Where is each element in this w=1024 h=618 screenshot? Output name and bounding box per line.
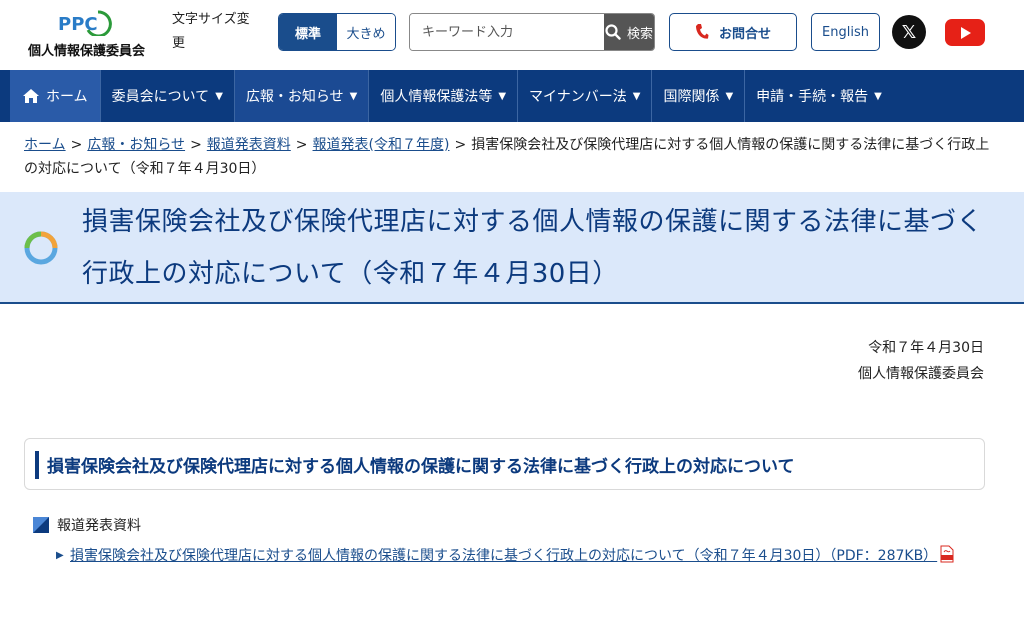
section-heading-box: 損害保険会社及び保険代理店に対する個人情報の保護に関する法律に基づく行政上の対応… xyxy=(24,438,985,490)
nav-item-label: 委員会について xyxy=(111,89,210,105)
triangle-square-icon xyxy=(33,517,49,533)
nav-item-label: マイナンバー法 xyxy=(529,89,627,105)
nav-item-label: 広報・お知らせ xyxy=(245,89,344,105)
font-size-switcher: 標準 大きめ xyxy=(278,13,396,51)
breadcrumb-link-press-r7[interactable]: 報道発表(令和７年度) xyxy=(313,137,450,153)
nav-item-news[interactable]: 広報・お知らせ ▼ xyxy=(234,70,370,122)
breadcrumb: ホーム > 広報・お知らせ > 報道発表資料 > 報道発表(令和７年度) > 損害保険会社及び保… xyxy=(24,133,994,181)
breadcrumb-separator: > xyxy=(190,137,202,153)
caret-down-icon: ▼ xyxy=(498,90,507,102)
search-button[interactable]: 検索 xyxy=(604,14,654,50)
section-accent-bar xyxy=(35,451,39,479)
publisher: 個人情報保護委員会 xyxy=(858,366,984,382)
ring-icon xyxy=(24,231,58,265)
nav-item-applications[interactable]: 申請・手続・報告 ▼ xyxy=(745,70,893,122)
ppc-logo-icon: PPC xyxy=(58,10,112,36)
nav-item-label: 申請・手続・報告 xyxy=(756,89,869,105)
nav-item-privacy-law[interactable]: 個人情報保護法等 ▼ xyxy=(369,70,519,122)
caret-down-icon: ▼ xyxy=(349,90,358,102)
font-size-standard-button[interactable]: 標準 xyxy=(279,14,337,50)
home-icon xyxy=(23,89,39,103)
nav-item-label: 個人情報保護法等 xyxy=(380,89,493,105)
breadcrumb-separator: > xyxy=(454,137,467,153)
search-icon xyxy=(605,24,621,40)
breadcrumb-link-home[interactable]: ホーム xyxy=(24,137,66,153)
phone-icon xyxy=(695,24,709,39)
caret-down-icon: ▼ xyxy=(215,90,223,102)
pdf-document-link-text: 損害保険会社及び保険代理店に対する個人情報の保護に関する法律に基づく行政上の対応… xyxy=(70,548,938,564)
site-search: 検索 xyxy=(409,13,655,51)
page-title: 損害保険会社及び保険代理店に対する個人情報の保護に関する法律に基づく行政上の対応… xyxy=(82,207,984,289)
search-input[interactable] xyxy=(410,14,604,50)
caret-down-icon: ▼ xyxy=(874,90,882,102)
font-size-label: 文字サイズ変更 xyxy=(172,12,250,51)
breadcrumb-separator: > xyxy=(70,137,83,153)
section-heading: 損害保険会社及び保険代理店に対する個人情報の保護に関する法律に基づく行政上の対応… xyxy=(47,457,795,477)
search-button-label: 検索 xyxy=(626,26,653,42)
english-link[interactable]: English xyxy=(811,13,880,51)
logo-mark-text: PPC xyxy=(58,14,98,35)
bullet-arrow-icon: ▶ xyxy=(56,550,64,561)
docs-heading: 報道発表資料 xyxy=(57,518,141,534)
pdf-document-link[interactable]: 損害保険会社及び保険代理店に対する個人情報の保護に関する法律に基づく行政上の対応… xyxy=(70,543,986,569)
breadcrumb-link-press[interactable]: 報道発表資料 xyxy=(207,137,291,153)
site-logo[interactable]: PPC 個人情報保護委員会 xyxy=(28,8,148,60)
caret-down-icon: ▼ xyxy=(632,90,641,102)
nav-item-mynumber[interactable]: マイナンバー法 ▼ xyxy=(518,70,653,122)
docs-heading-row: 報道発表資料 xyxy=(33,515,141,535)
page-title-band: 損害保険会社及び保険代理店に対する個人情報の保護に関する法律に基づく行政上の対応… xyxy=(0,192,1024,304)
global-nav: ホーム 委員会について ▼ 広報・お知らせ ▼ 個人情報保護法等 ▼ マイナンバー法 ▼… xyxy=(0,70,1024,122)
site-header: PPC 個人情報保護委員会 文字サイズ変更 標準 大きめ 検索 お問合せ Eng… xyxy=(0,0,1024,70)
youtube-play-icon xyxy=(961,26,971,39)
contact-button[interactable]: お問合せ xyxy=(669,13,797,51)
nav-item-label: ホーム xyxy=(46,89,88,105)
breadcrumb-separator: > xyxy=(295,137,308,153)
youtube-icon[interactable] xyxy=(945,19,985,46)
publish-date: 令和７年４月30日 xyxy=(868,340,984,356)
logo-text: 個人情報保護委員会 xyxy=(28,44,146,59)
nav-item-label: 国際関係 xyxy=(663,89,720,105)
pdf-icon xyxy=(940,545,954,563)
caret-down-icon: ▼ xyxy=(725,90,734,102)
nav-item-international[interactable]: 国際関係 ▼ xyxy=(652,70,746,122)
breadcrumb-link-news[interactable]: 広報・お知らせ xyxy=(87,137,185,153)
font-size-large-button[interactable]: 大きめ xyxy=(337,14,395,50)
contact-label: お問合せ xyxy=(718,26,771,42)
x-social-icon[interactable]: 𝕏 xyxy=(892,15,926,49)
nav-item-about[interactable]: 委員会について ▼ xyxy=(101,70,235,122)
nav-item-home[interactable]: ホーム xyxy=(10,70,101,122)
